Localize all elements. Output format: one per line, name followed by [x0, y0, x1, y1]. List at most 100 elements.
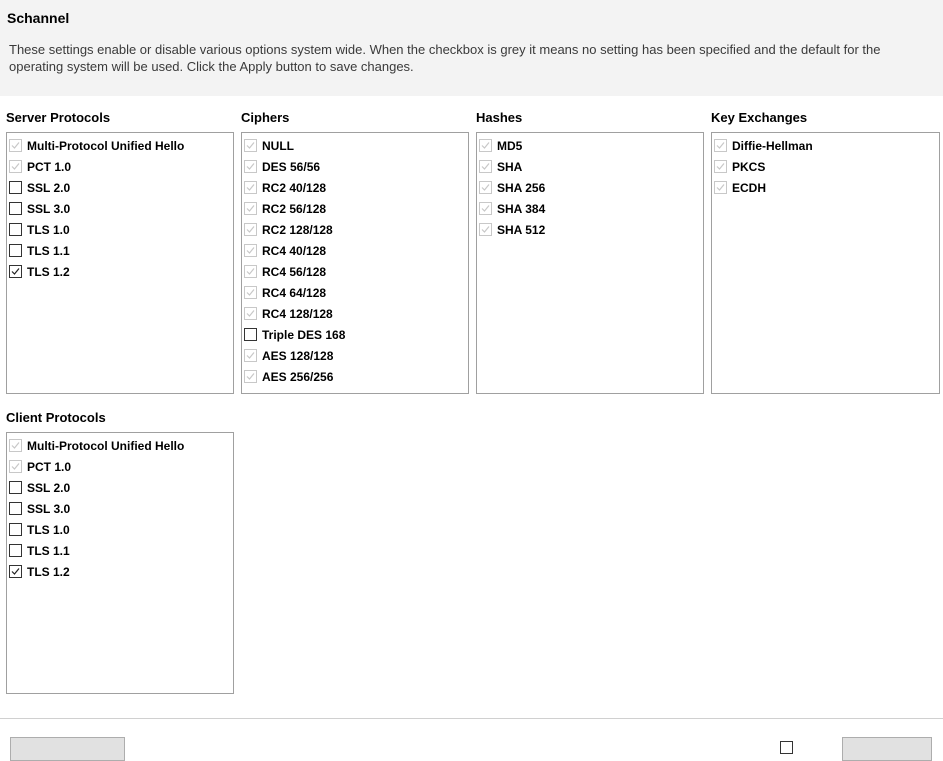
- checkbox-unchecked[interactable]: [9, 244, 22, 257]
- key-exchanges-list: Diffie-Hellman PKCS ECDH: [711, 132, 940, 394]
- checkbox-item-triple-des-168[interactable]: Triple DES 168: [242, 324, 468, 345]
- page-description: These settings enable or disable various…: [9, 42, 881, 74]
- checkbox-unchecked[interactable]: [9, 502, 22, 515]
- footer-checkbox[interactable]: [780, 741, 793, 754]
- checkbox-indeterminate[interactable]: [479, 223, 492, 236]
- footer-left-button[interactable]: [10, 737, 125, 761]
- key-exchanges-label: Key Exchanges: [711, 110, 808, 125]
- checkbox-indeterminate[interactable]: [714, 160, 727, 173]
- checkbox-item-tls-1-1[interactable]: TLS 1.1: [7, 540, 233, 561]
- checkbox-item-tls-1-2[interactable]: TLS 1.2: [7, 561, 233, 582]
- checkbox-item-sha[interactable]: SHA: [477, 156, 703, 177]
- checkbox-indeterminate[interactable]: [479, 202, 492, 215]
- checkbox-label: Multi-Protocol Unified Hello: [27, 138, 185, 153]
- checkbox-label: RC4 128/128: [262, 306, 333, 321]
- checkbox-unchecked[interactable]: [9, 523, 22, 536]
- checkbox-label: TLS 1.0: [27, 222, 70, 237]
- checkbox-label: PCT 1.0: [27, 459, 72, 474]
- checkbox-item-multi-protocol-unified-hello[interactable]: Multi-Protocol Unified Hello: [7, 435, 233, 456]
- checkbox-item-diffie-hellman[interactable]: Diffie-Hellman: [712, 135, 939, 156]
- checkbox-item-ssl-2-0[interactable]: SSL 2.0: [7, 177, 233, 198]
- checkbox-item-pkcs[interactable]: PKCS: [712, 156, 939, 177]
- checkbox-checked[interactable]: [9, 265, 22, 278]
- checkbox-unchecked[interactable]: [9, 223, 22, 236]
- checkbox-item-sha-512[interactable]: SHA 512: [477, 219, 703, 240]
- checkbox-unchecked[interactable]: [9, 481, 22, 494]
- checkmark-icon: [246, 268, 255, 275]
- checkbox-label: TLS 1.0: [27, 522, 70, 537]
- checkbox-item-aes-128-128[interactable]: AES 128/128: [242, 345, 468, 366]
- checkbox-unchecked[interactable]: [244, 328, 257, 341]
- checkbox-unchecked[interactable]: [9, 202, 22, 215]
- checkbox-indeterminate[interactable]: [714, 181, 727, 194]
- checkbox-unchecked[interactable]: [9, 181, 22, 194]
- checkbox-indeterminate[interactable]: [244, 370, 257, 383]
- checkbox-label: RC4 64/128: [262, 285, 327, 300]
- checkmark-icon: [246, 310, 255, 317]
- checkmark-icon: [716, 163, 725, 170]
- checkbox-indeterminate[interactable]: [244, 244, 257, 257]
- checkbox-checked[interactable]: [9, 565, 22, 578]
- checkbox-indeterminate[interactable]: [9, 139, 22, 152]
- checkbox-label: DES 56/56: [262, 159, 321, 174]
- checkbox-item-rc4-56-128[interactable]: RC4 56/128: [242, 261, 468, 282]
- checkbox-indeterminate[interactable]: [479, 181, 492, 194]
- checkbox-item-tls-1-0[interactable]: TLS 1.0: [7, 219, 233, 240]
- checkbox-item-tls-1-2[interactable]: TLS 1.2: [7, 261, 233, 282]
- checkbox-item-rc2-56-128[interactable]: RC2 56/128: [242, 198, 468, 219]
- checkbox-indeterminate[interactable]: [244, 307, 257, 320]
- checkbox-indeterminate[interactable]: [244, 349, 257, 362]
- checkbox-label: RC2 128/128: [262, 222, 333, 237]
- checkbox-indeterminate[interactable]: [9, 439, 22, 452]
- checkbox-label: SHA 384: [497, 201, 546, 216]
- checkbox-indeterminate[interactable]: [9, 160, 22, 173]
- checkbox-indeterminate[interactable]: [714, 139, 727, 152]
- checkbox-item-pct-1-0[interactable]: PCT 1.0: [7, 156, 233, 177]
- checkbox-indeterminate[interactable]: [244, 223, 257, 236]
- checkbox-item-sha-256[interactable]: SHA 256: [477, 177, 703, 198]
- checkbox-indeterminate[interactable]: [244, 160, 257, 173]
- checkbox-item-null[interactable]: NULL: [242, 135, 468, 156]
- checkmark-icon: [11, 463, 20, 470]
- checkmark-icon: [481, 205, 490, 212]
- checkbox-item-rc4-40-128[interactable]: RC4 40/128: [242, 240, 468, 261]
- checkbox-item-pct-1-0[interactable]: PCT 1.0: [7, 456, 233, 477]
- checkbox-item-tls-1-0[interactable]: TLS 1.0: [7, 519, 233, 540]
- checkbox-item-tls-1-1[interactable]: TLS 1.1: [7, 240, 233, 261]
- checkbox-indeterminate[interactable]: [244, 181, 257, 194]
- checkbox-item-rc4-128-128[interactable]: RC4 128/128: [242, 303, 468, 324]
- checkbox-indeterminate[interactable]: [9, 460, 22, 473]
- checkbox-indeterminate[interactable]: [479, 139, 492, 152]
- checkbox-item-des-56-56[interactable]: DES 56/56: [242, 156, 468, 177]
- checkbox-item-multi-protocol-unified-hello[interactable]: Multi-Protocol Unified Hello: [7, 135, 233, 156]
- checkbox-item-md5[interactable]: MD5: [477, 135, 703, 156]
- ciphers-label: Ciphers: [241, 110, 290, 125]
- checkbox-label: TLS 1.2: [27, 564, 70, 579]
- checkbox-item-ssl-3-0[interactable]: SSL 3.0: [7, 198, 233, 219]
- checkbox-item-rc2-128-128[interactable]: RC2 128/128: [242, 219, 468, 240]
- checkbox-label: RC2 56/128: [262, 201, 327, 216]
- checkbox-item-ecdh[interactable]: ECDH: [712, 177, 939, 198]
- checkbox-label: SHA 512: [497, 222, 546, 237]
- hashes-label: Hashes: [476, 110, 523, 125]
- checkbox-label: AES 256/256: [262, 369, 334, 384]
- checkbox-indeterminate[interactable]: [244, 286, 257, 299]
- checkbox-item-ssl-2-0[interactable]: SSL 2.0: [7, 477, 233, 498]
- checkbox-label: PCT 1.0: [27, 159, 72, 174]
- server-protocols-list: Multi-Protocol Unified Hello PCT 1.0 SSL 2…: [6, 132, 234, 394]
- checkbox-indeterminate[interactable]: [244, 202, 257, 215]
- checkbox-item-rc4-64-128[interactable]: RC4 64/128: [242, 282, 468, 303]
- checkbox-item-rc2-40-128[interactable]: RC2 40/128: [242, 177, 468, 198]
- checkbox-item-aes-256-256[interactable]: AES 256/256: [242, 366, 468, 387]
- apply-button[interactable]: [842, 737, 932, 761]
- checkbox-item-sha-384[interactable]: SHA 384: [477, 198, 703, 219]
- checkbox-indeterminate[interactable]: [244, 265, 257, 278]
- checkbox-indeterminate[interactable]: [479, 160, 492, 173]
- ciphers-list: NULL DES 56/56 RC2 40/128 RC2 56/128 RC2 128…: [241, 132, 469, 394]
- checkbox-indeterminate[interactable]: [244, 139, 257, 152]
- checkbox-unchecked[interactable]: [9, 544, 22, 557]
- footer-divider: [0, 718, 943, 719]
- checkbox-item-ssl-3-0[interactable]: SSL 3.0: [7, 498, 233, 519]
- checkbox-label: PKCS: [732, 159, 766, 174]
- checkbox-label: SSL 2.0: [27, 180, 71, 195]
